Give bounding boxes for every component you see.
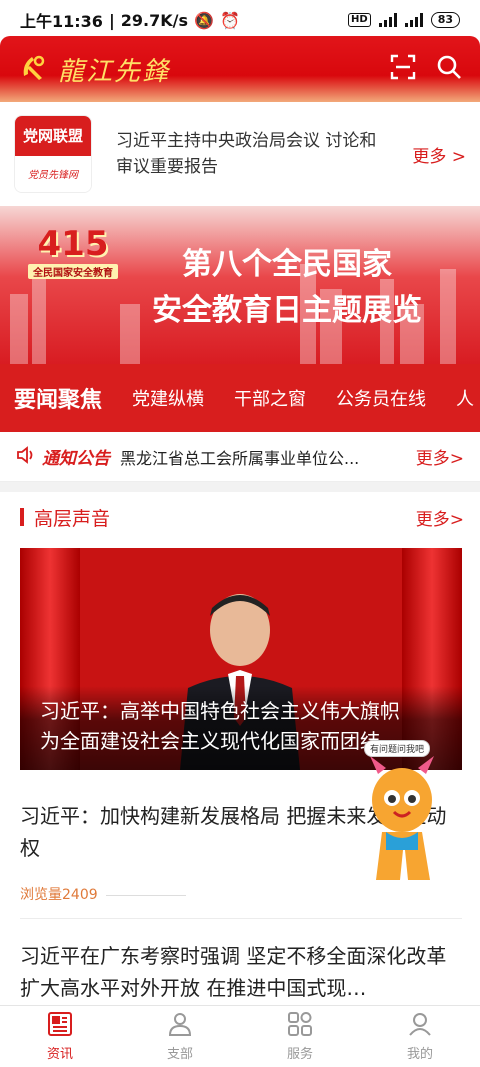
app-title: 龍江先鋒: [58, 56, 171, 87]
list-item[interactable]: 习近平在广东考察时强调 坚定不移全面深化改革扩大高水平对外开放 在推进中国式现…: [20, 940, 462, 1004]
tab-party-building[interactable]: 党建纵横: [132, 385, 204, 411]
section-header: 高层声音 更多>: [0, 492, 480, 542]
notice-label: 通知公告: [42, 449, 110, 469]
mute-icon: 🔕: [194, 10, 214, 30]
nav-profile[interactable]: 我的: [360, 1006, 480, 1067]
hero-title: 第八个全民国家 安全教育日主题展览: [152, 247, 422, 328]
party-emblem-icon: [18, 52, 48, 86]
bottom-nav: 资讯 支部 服务 我的: [0, 1005, 480, 1067]
tab-news-focus[interactable]: 要闻聚焦: [14, 382, 102, 414]
battery-indicator: 83: [430, 12, 460, 28]
branch-icon: [167, 1011, 193, 1041]
featured-news-headline[interactable]: 习近平主持中央政治局会议 讨论和审议重要报告: [92, 128, 412, 180]
notice-more-link[interactable]: 更多>: [416, 444, 464, 469]
tab-more[interactable]: 人: [456, 385, 474, 411]
divider: [20, 918, 462, 919]
nav-service[interactable]: 服务: [240, 1006, 360, 1067]
profile-icon: [407, 1011, 433, 1041]
feature-article-card[interactable]: 习近平：高举中国特色社会主义伟大旗帜 为全面建设社会主义现代化国家而团结...: [20, 548, 462, 770]
service-grid-icon: [287, 1011, 313, 1041]
status-time: 上午11:36: [20, 12, 103, 31]
mascot-bubble[interactable]: 有问题问我吧: [364, 740, 431, 757]
category-tabs: 要闻聚焦 党建纵横 干部之窗 公务员在线 人: [0, 364, 480, 432]
status-net-speed: 29.7K/s: [120, 10, 189, 30]
featured-news-banner[interactable]: 党网联盟 党员先锋网 习近平主持中央政治局会议 讨论和审议重要报告 更多 >: [0, 102, 480, 206]
tab-cadre-window[interactable]: 干部之窗: [234, 385, 306, 411]
section-title: 高层声音: [34, 507, 111, 530]
scan-icon[interactable]: [390, 54, 416, 84]
security-day-badge: 415 全民国家安全教育: [28, 224, 118, 279]
nav-news[interactable]: 资讯: [0, 1006, 120, 1067]
tab-civil-servant[interactable]: 公务员在线: [336, 385, 426, 411]
notice-text[interactable]: 黑龙江省总工会所属事业单位公...: [120, 445, 398, 469]
notice-bar[interactable]: 通知公告 黑龙江省总工会所属事业单位公... 更多>: [0, 432, 480, 482]
alarm-icon: ⏰: [219, 10, 240, 30]
app-header: 龍江先鋒: [0, 36, 480, 102]
news-icon: [47, 1011, 73, 1041]
section-more-link[interactable]: 更多>: [416, 505, 464, 530]
hd-badge: HD: [348, 13, 371, 27]
section-accent-bar: [20, 508, 24, 526]
party-alliance-logo: 党网联盟 党员先锋网: [14, 115, 92, 193]
status-bar: 上午11:36 | 29.7K/s 🔕 ⏰ HD 83: [0, 0, 480, 40]
article-title[interactable]: 习近平在广东考察时强调 坚定不移全面深化改革扩大高水平对外开放 在推进中国式现…: [20, 940, 462, 1004]
search-icon[interactable]: [436, 54, 462, 84]
nav-branch[interactable]: 支部: [120, 1006, 240, 1067]
hero-banner[interactable]: 415 全民国家安全教育 第八个全民国家 安全教育日主题展览: [0, 206, 480, 364]
signal-icon-2: [404, 13, 423, 27]
section-gap: [0, 482, 480, 492]
mascot-assistant-icon[interactable]: [360, 740, 444, 890]
news-more-link[interactable]: 更多 >: [412, 142, 466, 167]
signal-icon: [378, 13, 397, 27]
speaker-icon: [16, 445, 36, 468]
